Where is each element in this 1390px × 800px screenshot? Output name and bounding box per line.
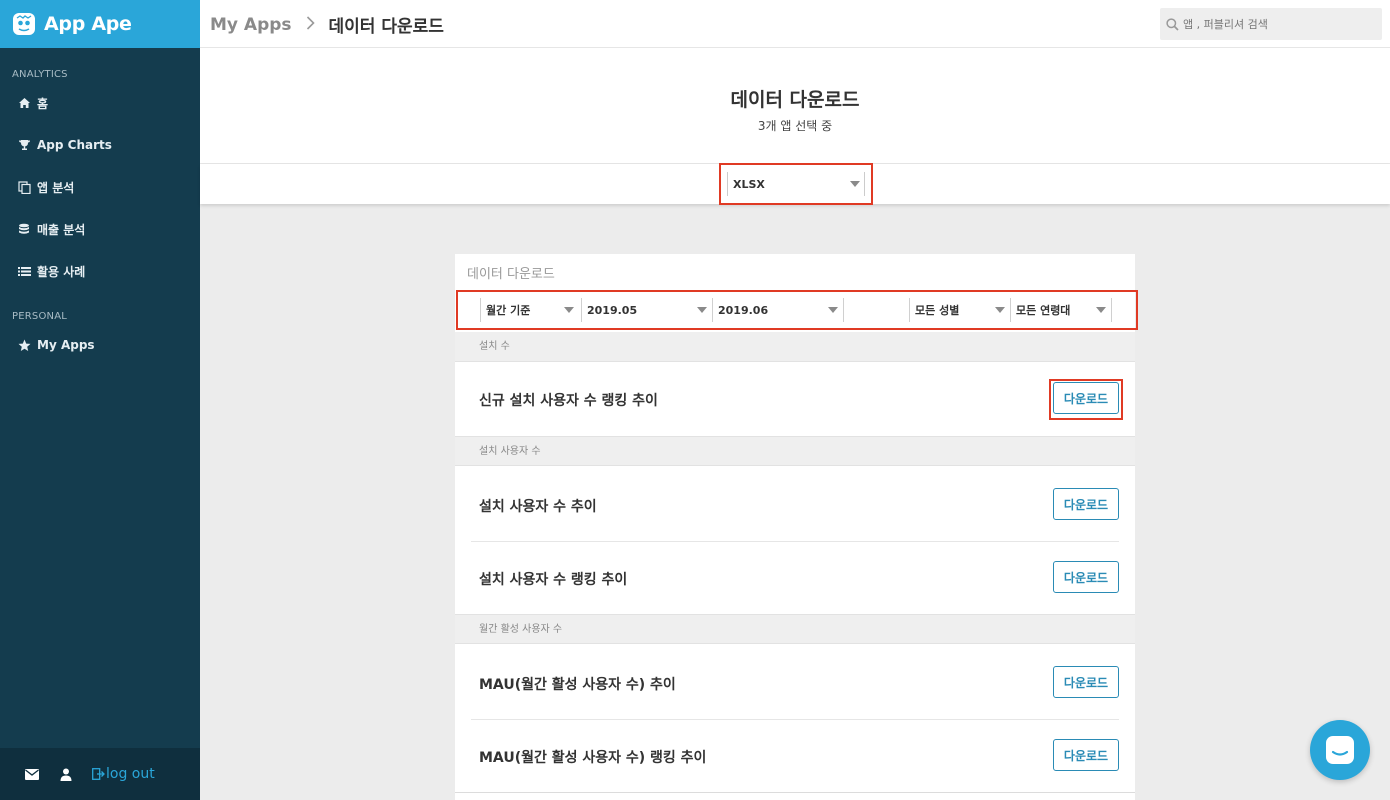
section-header: 설치 수 [455,332,1135,362]
sidebar-item-label: 홈 [37,96,49,111]
format-bar: XLSX [200,163,1390,205]
list-item: MAU(월간 활성 사용자 수) 랭킹 추이 다운로드 [455,720,1135,792]
row-label: 설치 사용자 수 추이 [479,499,597,515]
page-subtitle: 3개 앱 선택 중 [757,119,833,133]
format-select[interactable]: XLSX [727,172,865,196]
star-icon [17,338,31,352]
trophy-icon [17,138,31,152]
sidebar-item-label: My Apps [37,338,95,352]
row-divider [455,792,1135,793]
chat-icon [1325,735,1355,765]
list-item: 설치 사용자 수 추이 다운로드 [455,469,1135,541]
dropdown-caret-icon [850,181,860,187]
list-icon [17,264,31,278]
list-item: 설치 사용자 수 랭킹 추이 다운로드 [455,542,1135,614]
download-button[interactable]: 다운로드 [1053,488,1119,520]
dropdown-caret-icon [564,307,574,313]
download-button[interactable]: 다운로드 [1053,561,1119,593]
sidebar-item-revenue[interactable]: 매출 분석 [17,220,85,238]
row-label: 신규 설치 사용자 수 랭킹 추이 [479,393,658,409]
download-button[interactable]: 다운로드 [1053,666,1119,698]
sidebar-item-app-charts[interactable]: App Charts [17,136,112,154]
logout-link[interactable]: log out [92,766,155,782]
sidebar-item-my-apps[interactable]: My Apps [17,336,95,354]
dropdown-caret-icon [1096,307,1106,313]
filter-end-select[interactable]: 2019.06 [712,298,842,322]
page-title: 데이터 다운로드 [730,89,860,111]
row-label: MAU(월간 활성 사용자 수) 추이 [479,677,676,693]
sidebar-item-home[interactable]: 홈 [17,94,48,112]
database-icon [17,222,31,236]
sidebar-item-label: 활용 사례 [37,264,86,279]
sidebar-item-use-cases[interactable]: 활용 사례 [17,262,85,280]
filter-start-value: 2019.05 [587,303,638,317]
filter-gender-select[interactable]: 모든 성별 [909,298,1009,322]
filter-age-select[interactable]: 모든 연령대 [1010,298,1110,322]
dropdown-caret-icon [697,307,707,313]
search-input[interactable] [1183,17,1373,31]
logout-label: log out [106,766,155,782]
list-item: 신규 설치 사용자 수 랭킹 추이 다운로드 [455,363,1135,435]
top-header: My Apps 데이터 다운로드 [200,0,1390,48]
dropdown-caret-icon [828,307,838,313]
ape-logo-icon [12,12,36,36]
chat-launcher-button[interactable] [1310,720,1370,780]
filter-divider [1111,298,1112,322]
search-box[interactable] [1160,8,1382,40]
format-value: XLSX [733,177,765,191]
home-icon [17,96,31,110]
mail-icon[interactable] [24,766,40,782]
breadcrumb: My Apps 데이터 다운로드 [210,12,444,38]
sidebar-item-label: 매출 분석 [37,222,86,237]
breadcrumb-current: 데이터 다운로드 [328,17,444,37]
format-highlight: XLSX [719,163,873,205]
sidebar-item-label: 앱 분석 [37,180,75,195]
sidebar-item-label: App Charts [37,138,112,152]
filter-divider [843,298,844,322]
filter-period-value: 월간 기준 [486,304,531,317]
user-icon[interactable] [58,766,74,782]
search-icon [1166,17,1179,31]
logout-icon [92,768,105,780]
download-button[interactable]: 다운로드 [1053,739,1119,771]
section-header: 월간 활성 사용자 수 [455,614,1135,644]
brand-name: App Ape [44,13,132,35]
filter-age-value: 모든 연령대 [1016,304,1071,317]
filter-bar: 월간 기준 2019.05 2019.06 모든 성별 모든 연령대 [456,290,1138,330]
brand-logo[interactable]: App Ape [0,0,200,48]
filter-gender-value: 모든 성별 [915,304,960,317]
breadcrumb-chevron-icon [306,15,315,34]
breadcrumb-my-apps[interactable]: My Apps [210,15,292,35]
sidebar: App Ape ANALYTICS 홈 App Charts 앱 분석 매출 분… [0,0,200,800]
row-label: 설치 사용자 수 랭킹 추이 [479,572,628,588]
filter-start-select[interactable]: 2019.05 [581,298,711,322]
sidebar-item-app-analysis[interactable]: 앱 분석 [17,178,74,196]
list-item: MAU(월간 활성 사용자 수) 추이 다운로드 [455,647,1135,719]
download-highlight [1049,379,1123,420]
filter-period-select[interactable]: 월간 기준 [480,298,578,322]
sidebar-footer: log out [0,748,200,800]
section-header: 설치 사용자 수 [455,436,1135,466]
dropdown-caret-icon [995,307,1005,313]
row-label: MAU(월간 활성 사용자 수) 랭킹 추이 [479,750,707,766]
copy-icon [17,180,31,194]
section-analytics: ANALYTICS [12,69,68,80]
card-title: 데이터 다운로드 [467,267,555,282]
download-card: 데이터 다운로드 월간 기준 2019.05 2019.06 모든 성별 모든 … [455,254,1138,800]
page-header: 데이터 다운로드 3개 앱 선택 중 [200,48,1390,164]
filter-end-value: 2019.06 [718,303,769,317]
section-personal: PERSONAL [12,311,68,322]
